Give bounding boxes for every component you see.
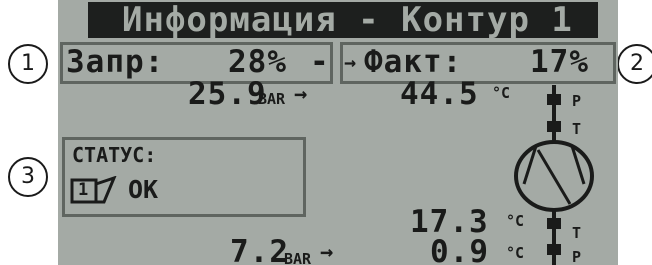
compressor-diagram bbox=[514, 85, 594, 265]
bottom-pressure-unit: BAR bbox=[284, 250, 312, 265]
bottom-temp2-value: 0.9 bbox=[430, 234, 489, 265]
callout-1: 1 bbox=[8, 44, 48, 84]
bottom-temp2-unit: °C bbox=[506, 244, 525, 262]
sensor-label-p-bottom: P bbox=[572, 248, 582, 265]
lcd-screen: Информация - Контур 1 Запр: 28% - → Факт… bbox=[58, 0, 618, 265]
bottom-pressure-value: 7.2 bbox=[230, 234, 289, 265]
callout-3: 3 bbox=[8, 157, 48, 197]
bottom-temp-unit: °C bbox=[506, 212, 525, 230]
bottom-pressure-arrow-icon: → bbox=[320, 240, 334, 265]
callout-2: 2 bbox=[617, 44, 652, 84]
sensor-label-t-bottom: T bbox=[572, 224, 582, 242]
